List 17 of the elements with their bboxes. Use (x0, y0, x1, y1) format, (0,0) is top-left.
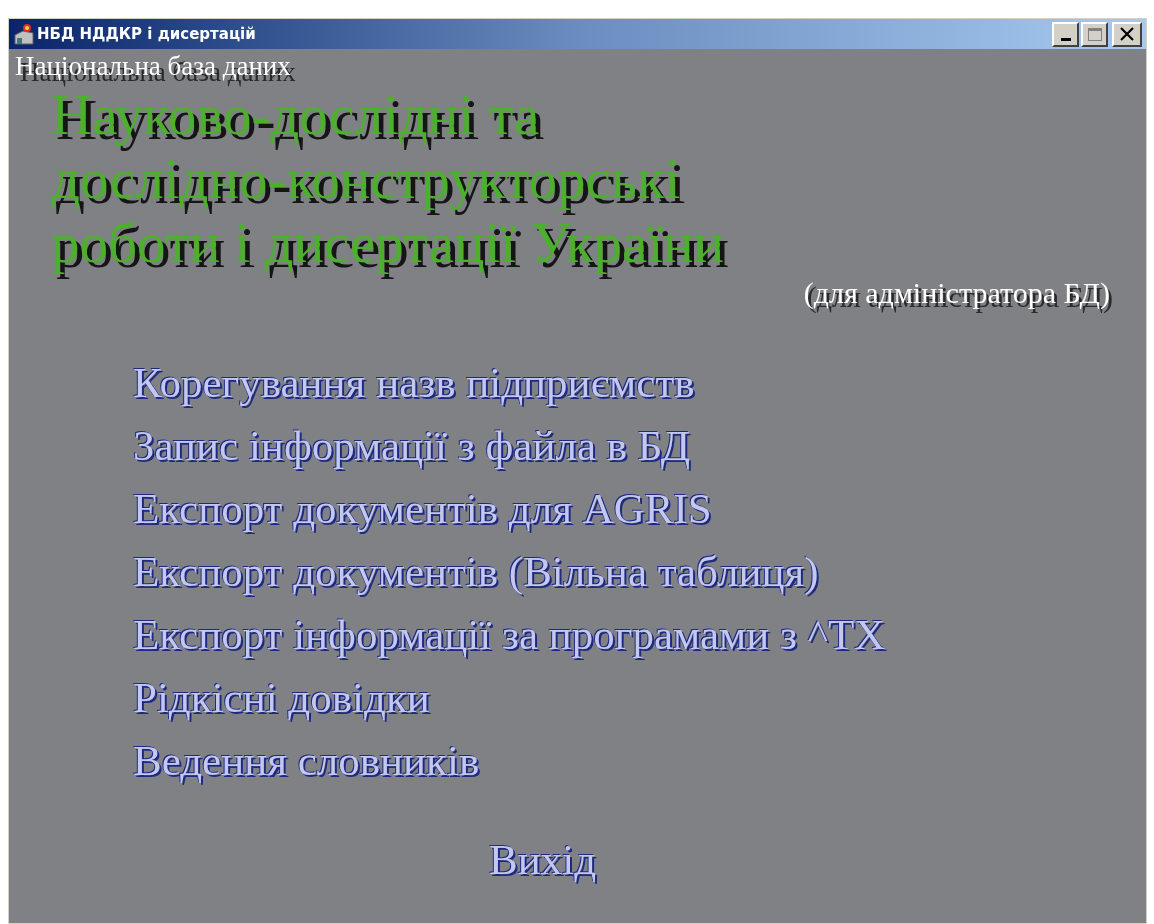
menu-item[interactable]: Рідкісні довідки (133, 666, 430, 729)
exit-button[interactable]: Вихід (489, 828, 597, 891)
maximize-button[interactable] (1081, 21, 1108, 47)
minimize-button[interactable] (1052, 21, 1079, 47)
window-title: НБД НДДКР і дисертацій (37, 23, 256, 45)
admin-note: (для адміністратора БД) (803, 275, 1110, 311)
menu-item[interactable]: Експорт документів для AGRIS (133, 477, 712, 540)
building-icon (13, 23, 35, 45)
close-button[interactable] (1112, 21, 1142, 47)
subtitle: Національна база даних (15, 50, 291, 83)
menu-item[interactable]: Ведення словників (133, 729, 480, 792)
menu-item[interactable]: Експорт документів (Вільна таблиця) (133, 540, 819, 603)
menu-item[interactable]: Експорт інформації за програмами з ^TX (133, 603, 886, 666)
menu-item[interactable]: Запис інформації з файла в БД (133, 414, 691, 477)
close-icon (1120, 27, 1134, 41)
menu-item[interactable]: Корегування назв підприємств (133, 351, 695, 414)
main-heading: Науково-дослідні та дослідно-конструкторські роботи і дисертації України (51, 83, 726, 275)
